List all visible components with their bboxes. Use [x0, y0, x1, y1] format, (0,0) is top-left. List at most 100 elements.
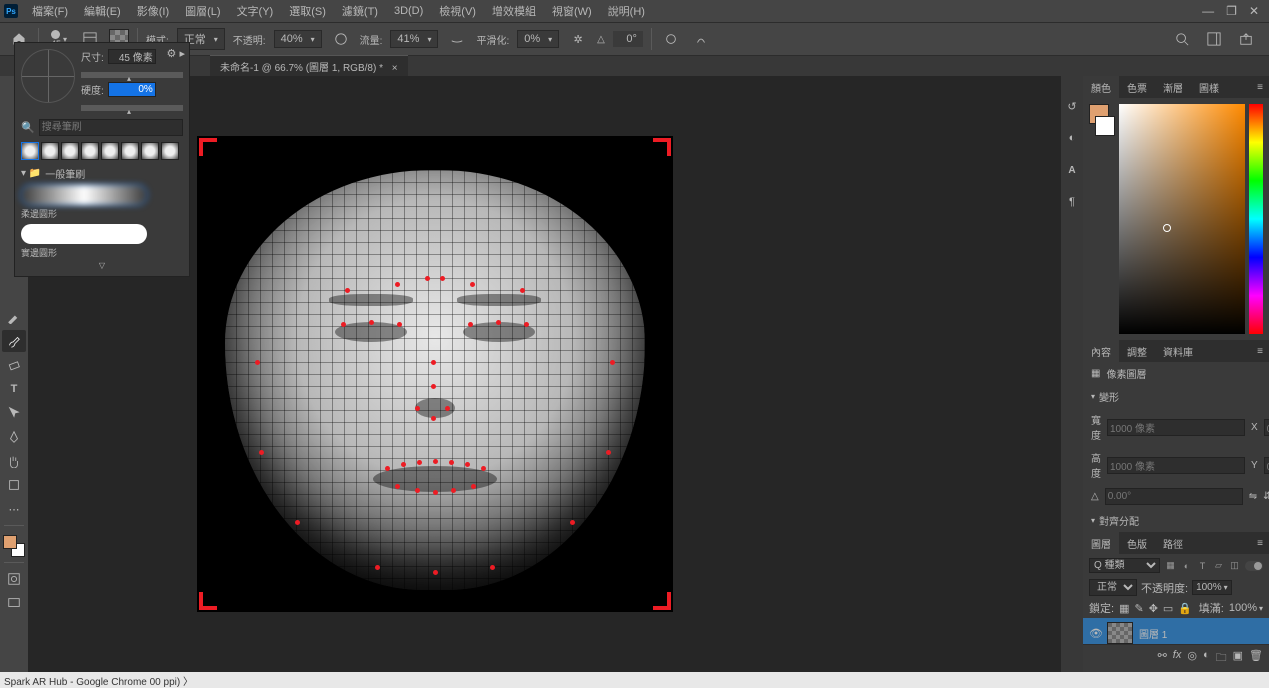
symmetry-icon[interactable] — [690, 28, 712, 50]
bg-swatch[interactable] — [1095, 116, 1115, 136]
transform-handle[interactable] — [199, 592, 217, 610]
share-icon[interactable] — [1235, 28, 1257, 50]
filter-pixel-icon[interactable]: ▦ — [1164, 559, 1177, 572]
panel-menu-icon[interactable]: ≡ — [1251, 344, 1269, 359]
menu-type[interactable]: 文字(Y) — [229, 0, 282, 23]
size-slider[interactable] — [81, 72, 183, 78]
filter-shape-icon[interactable]: ▱ — [1212, 559, 1225, 572]
brush-tip-thumb[interactable] — [81, 142, 99, 160]
paragraph-icon[interactable]: ¶ — [1064, 194, 1080, 210]
panel-menu-icon[interactable]: ≡ — [1251, 80, 1269, 95]
gear-icon[interactable]: ⚙ ▸ — [167, 47, 185, 60]
menu-select[interactable]: 選取(S) — [281, 0, 334, 23]
lock-paint-icon[interactable]: ✎ — [1134, 602, 1143, 615]
delete-layer-icon[interactable]: 🗑 — [1249, 649, 1263, 668]
foreground-color-swatch[interactable] — [3, 535, 17, 549]
section-align[interactable]: 對齊分配 — [1083, 509, 1269, 532]
menu-edit[interactable]: 編輯(E) — [76, 0, 129, 23]
layer-fx-icon[interactable]: fx — [1173, 649, 1182, 668]
tab-paths[interactable]: 路徑 — [1155, 532, 1191, 555]
section-transform[interactable]: 變形 — [1083, 385, 1269, 408]
group-icon[interactable]: 🗀 — [1216, 649, 1227, 668]
brush-folder[interactable]: ▾ 📁 一般筆刷 — [21, 166, 183, 181]
brush-tip-thumb[interactable] — [41, 142, 59, 160]
lock-transparent-icon[interactable]: ▦ — [1119, 602, 1129, 615]
adjustment-layer-icon[interactable]: ◐ — [1203, 649, 1210, 668]
tablet-pressure-size-icon[interactable] — [660, 28, 682, 50]
restore-icon[interactable]: ❐ — [1226, 4, 1237, 18]
angle-input[interactable]: 0° — [613, 31, 643, 47]
filter-toggle[interactable] — [1245, 561, 1263, 571]
hardness-slider[interactable] — [81, 105, 183, 111]
menu-filter[interactable]: 濾鏡(T) — [334, 0, 386, 23]
eyedropper-tool[interactable] — [2, 306, 26, 328]
width-input[interactable] — [1107, 419, 1245, 436]
eraser-tool[interactable] — [2, 354, 26, 376]
brush-preset-item[interactable]: 柔邊圓形 — [21, 185, 183, 220]
tab-color[interactable]: 顏色 — [1083, 76, 1119, 99]
move-tool[interactable] — [2, 402, 26, 424]
filter-adjust-icon[interactable]: ◐ — [1180, 559, 1193, 572]
panel-menu-icon[interactable]: ≡ — [1251, 536, 1269, 551]
opacity-input[interactable]: 40% — [274, 30, 322, 48]
y-input[interactable] — [1264, 457, 1269, 474]
tab-properties[interactable]: 內容 — [1083, 340, 1119, 363]
history-icon[interactable]: ↺ — [1064, 98, 1080, 114]
menu-3d[interactable]: 3D(D) — [386, 1, 431, 21]
tab-channels[interactable]: 色版 — [1119, 532, 1155, 555]
document-tab[interactable]: 未命名-1 @ 66.7% (圖層 1, RGB/8) * × — [210, 55, 408, 77]
tab-libraries[interactable]: 資料庫 — [1155, 340, 1201, 363]
transform-handle[interactable] — [653, 138, 671, 156]
brush-search-input[interactable] — [39, 119, 183, 136]
layer-row[interactable]: 👁 圖層 1 — [1083, 618, 1269, 644]
layer-blend-mode[interactable]: 正常 — [1089, 579, 1137, 596]
close-tab-icon[interactable]: × — [392, 63, 398, 74]
layer-opacity-input[interactable]: 100% — [1192, 580, 1232, 595]
brush-size-input[interactable] — [108, 49, 156, 64]
visibility-icon[interactable]: 👁 — [1089, 627, 1101, 640]
resize-handle-icon[interactable]: ▽ — [21, 261, 183, 270]
flow-input[interactable]: 41% — [390, 30, 438, 48]
menu-view[interactable]: 檢視(V) — [431, 0, 484, 23]
filter-type-icon[interactable]: T — [1196, 559, 1209, 572]
hue-slider[interactable] — [1249, 104, 1263, 334]
smoothing-options-icon[interactable]: ✲ — [567, 28, 589, 50]
tab-patterns[interactable]: 圖樣 — [1191, 76, 1227, 99]
new-layer-icon[interactable]: ▣ — [1233, 649, 1243, 668]
pen-tool[interactable] — [2, 426, 26, 448]
tab-adjustments[interactable]: 調整 — [1119, 340, 1155, 363]
tab-swatches[interactable]: 色票 — [1119, 76, 1155, 99]
adjustments-icon[interactable]: ◐ — [1064, 130, 1080, 146]
brush-tool[interactable] — [2, 330, 26, 352]
workspace-icon[interactable] — [1203, 28, 1225, 50]
layer-name[interactable]: 圖層 1 — [1139, 626, 1167, 641]
lock-all-icon[interactable]: 🔒 — [1178, 602, 1192, 615]
brush-tip-thumb[interactable] — [141, 142, 159, 160]
type-tool[interactable]: T — [2, 378, 26, 400]
lock-artboard-icon[interactable]: ▭ — [1163, 602, 1173, 615]
screenmode-tool[interactable] — [2, 592, 26, 614]
brush-angle-widget[interactable] — [21, 49, 75, 103]
document-canvas[interactable] — [197, 136, 673, 612]
link-layers-icon[interactable]: ⚯ — [1158, 649, 1167, 668]
airbrush-icon[interactable] — [446, 28, 468, 50]
menu-layer[interactable]: 圖層(L) — [177, 0, 228, 23]
search-icon[interactable] — [1171, 28, 1193, 50]
flip-v-icon[interactable]: ⇵ — [1263, 491, 1269, 502]
menu-help[interactable]: 說明(H) — [600, 0, 653, 23]
lock-position-icon[interactable]: ✥ — [1149, 602, 1158, 615]
characters-icon[interactable]: A — [1064, 162, 1080, 178]
tab-layers[interactable]: 圖層 — [1083, 532, 1119, 555]
height-input[interactable] — [1107, 457, 1245, 474]
opacity-pressure-icon[interactable] — [330, 28, 352, 50]
more-tools[interactable]: ⋯ — [2, 498, 26, 520]
transform-handle[interactable] — [199, 138, 217, 156]
brush-tip-thumb[interactable] — [161, 142, 179, 160]
menu-file[interactable]: 檔案(F) — [24, 0, 76, 23]
hand-tool[interactable] — [2, 450, 26, 472]
transform-handle[interactable] — [653, 592, 671, 610]
layer-fill-input[interactable]: 100% — [1229, 602, 1263, 614]
angle-input[interactable] — [1105, 488, 1243, 505]
layer-thumb[interactable] — [1107, 622, 1133, 644]
tab-gradients[interactable]: 漸層 — [1155, 76, 1191, 99]
